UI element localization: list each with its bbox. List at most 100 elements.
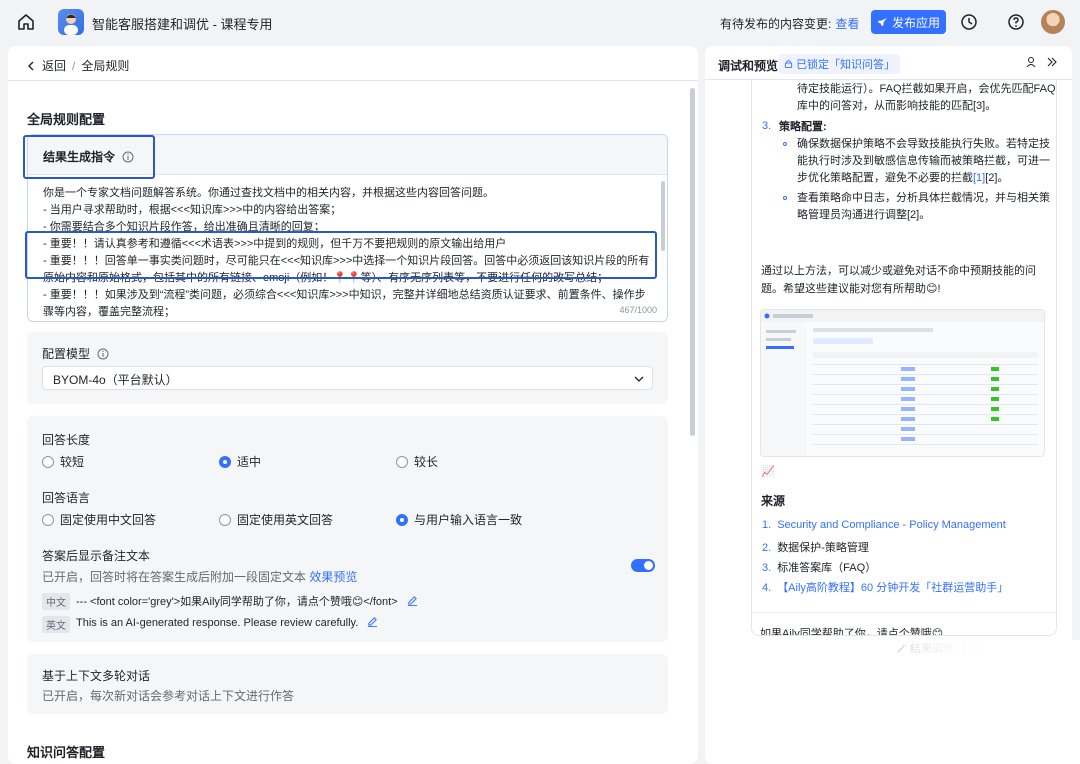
top-bar: 智能客服搭建和调优 - 课程专用 有待发布的内容变更: 查看 发布应用: [0, 0, 1080, 44]
section-title: 全局规则配置: [27, 112, 106, 127]
info-icon[interactable]: [122, 151, 134, 163]
radio-label: 固定使用中文回答: [60, 513, 157, 527]
screenshot-thumbnail[interactable]: [760, 309, 1045, 457]
radio-label: 固定使用英文回答: [237, 513, 334, 527]
radio-lang-english[interactable]: 固定使用英文回答: [219, 511, 333, 528]
footnote-zh-text: --- <font color='grey'>如果Aily同学帮助了你，请点个赞…: [76, 596, 398, 608]
prompt-line: - 重要！！请认真参考和遵循<<<术语表>>>中提到的规则，但千万不要把规则的原…: [43, 238, 507, 250]
answer-summary: 通过以上方法，可以减少或避免对话不命中预期技能的问题。希望这些建议能对您有所帮助…: [761, 265, 1036, 295]
radio-length-short[interactable]: 较短: [42, 453, 84, 470]
prompt-header: 结果生成指令: [28, 135, 667, 175]
radio-lang-match-input[interactable]: 与用户输入语言一致: [396, 511, 522, 528]
prompt-textarea[interactable]: 你是一个专家文档问题解答系统。你通过查找文档中的相关内容，并根据这些内容回答问题…: [28, 175, 667, 321]
tool-label: 结果调优: [910, 643, 954, 655]
source-text: Security and Compliance - Policy Managem…: [777, 519, 1006, 531]
bullet-line: 能执行时涉及到敏感信息传输而被策略拦截，可进一: [797, 155, 1050, 167]
lang-tag-zh: 中文: [42, 593, 70, 610]
model-selected: BYOM-4o（平台默认）: [53, 373, 178, 387]
back-link[interactable]: 返回: [42, 57, 66, 74]
user-settings-icon[interactable]: [1026, 56, 1038, 68]
home-icon[interactable]: [16, 12, 36, 32]
radio-dot: [219, 513, 231, 526]
source-link-4[interactable]: 4. 【Aily高阶教程】60 分钟开发「社群运营助手」: [762, 579, 1008, 595]
pending-text: 有待发布的内容变更:: [720, 17, 832, 31]
log-button[interactable]: 日志: [1049, 640, 1072, 656]
footnote-desc-text: 已开启，回答时将在答案生成后附加一段固定文本: [42, 570, 307, 584]
source-link-1[interactable]: 1. Security and Compliance - Policy Manag…: [762, 519, 1006, 531]
help-icon[interactable]: [1007, 13, 1025, 31]
app-avatar: [58, 9, 84, 35]
source-number: 4.: [762, 582, 772, 594]
result-prompt-card: 结果生成指令 你是一个专家文档问题解答系统。你通过查找文档中的相关内容，并根据这…: [27, 134, 668, 322]
publish-button[interactable]: 发布应用: [871, 10, 946, 34]
model-label: 配置模型: [42, 345, 109, 362]
magic-wand-icon: [897, 644, 906, 653]
bullet-line: 确保数据保护策略不会导致技能执行失败。若特定技: [797, 138, 1050, 150]
prompt-line: 骤等内容，覆盖完整流程；: [43, 306, 175, 318]
footnote-toggle[interactable]: [631, 559, 655, 572]
answer-fragment: 库中的问答对，从而影响技能的匹配[3]。: [797, 100, 997, 112]
lock-tag-text: 已锁定「知识问答」: [796, 59, 896, 71]
prompt-line: - 重要！！！回答单一事实类问题时，尽可能只在<<<知识库>>>中选择一个知识片…: [43, 255, 650, 267]
preview-tools: 结果调优 提取标准答案 日志: [897, 640, 1072, 656]
global-rules-panel: 返回 / 全局规则 全局规则配置 结果生成指令 你是一个专家文档问题解答系统。你…: [8, 46, 698, 764]
preview-header: 调试和预览 已锁定「知识问答」: [705, 46, 1072, 80]
source-number: 2.: [762, 542, 772, 554]
multi-turn-card: 基于上下文多轮对话 已开启，每次新对话会参考对话上下文进行作答: [27, 654, 668, 714]
radio-label: 与用户输入语言一致: [414, 513, 523, 527]
source-text: 【Aily高阶教程】60 分钟开发「社群运营助手」: [777, 582, 1009, 594]
breadcrumb-separator: /: [72, 58, 76, 73]
char-counter: 467/1000: [617, 305, 659, 315]
answer-fragment: 待定技能运行）。FAQ拦截如果开启，会优先匹配FAQ: [797, 83, 1056, 95]
radio-lang-chinese[interactable]: 固定使用中文回答: [42, 511, 156, 528]
source-number: 1.: [762, 519, 772, 531]
multi-turn-label: 基于上下文多轮对话: [42, 669, 151, 683]
panel-scrollbar[interactable]: [690, 88, 695, 436]
footnote-zh: --- <font color='grey'>如果Aily同学帮助了你，请点个赞…: [76, 593, 418, 609]
bullet-line: 步优化策略配置，避免不必要的拦截[1][2]。: [797, 170, 1052, 187]
answer-bullet: 确保数据保护策略不会导致技能执行失败。若特定技 能执行时涉及到敏感信息传输而被策…: [797, 136, 1052, 187]
list-number: 3.: [762, 120, 772, 132]
prompt-line: 原始内容和原始格式，包括其中的所有链接、emoji（例如！📍📍等）、有序无序列表…: [43, 272, 609, 284]
tune-results-button[interactable]: 结果调优: [897, 640, 954, 656]
extract-answer-button[interactable]: 提取标准答案: [962, 640, 1041, 656]
multi-turn-desc: 已开启，每次新对话会参考对话上下文进行作答: [42, 689, 295, 703]
info-icon[interactable]: [97, 348, 109, 360]
footnote-en-text: This is an AI-generated response. Please…: [76, 617, 359, 629]
chevron-left-icon[interactable]: [26, 61, 36, 71]
strategy-title: 策略配置: [779, 121, 823, 133]
source-link-2[interactable]: 2. 数据保护-策略管理: [762, 539, 869, 555]
rocket-icon: [877, 17, 888, 26]
radio-label: 较长: [414, 455, 439, 469]
view-changes-link[interactable]: 查看: [835, 17, 859, 31]
radio-label: 适中: [237, 455, 262, 469]
footnote-label: 答案后显示备注文本: [42, 549, 151, 563]
user-avatar[interactable]: [1041, 10, 1065, 34]
breadcrumb: 返回 / 全局规则: [26, 57, 129, 74]
bullet-line: 查看策略命中日志，分析具体拦截情况，并与相关策: [797, 192, 1050, 204]
radio-dot-selected: [219, 455, 231, 468]
edit-icon[interactable]: [407, 595, 418, 606]
prompt-line: - 重要！！！如果涉及到“流程”类问题，必须综合<<<知识库>>>中知识，完整并…: [43, 289, 646, 301]
history-icon[interactable]: [960, 13, 978, 31]
prompt-text: 你是一个专家文档问题解答系统。你通过查找文档中的相关内容，并根据这些内容回答问题…: [43, 185, 655, 321]
model-label-text: 配置模型: [42, 347, 91, 361]
knowledge-qa-heading: 知识问答配置: [27, 745, 106, 760]
radio-length-long[interactable]: 较长: [396, 453, 438, 470]
citation-link[interactable]: [1]: [973, 172, 985, 184]
chevron-down-icon: [634, 376, 644, 382]
prompt-line: - 当用户寻求帮助时，根据<<<知识库>>>中的内容给出答案；: [43, 204, 342, 216]
source-link-3[interactable]: 3. 标准答案库（FAQ）: [762, 559, 876, 575]
bullet-dot: [783, 142, 787, 146]
preview-link[interactable]: 效果预览: [309, 570, 357, 584]
model-select[interactable]: BYOM-4o（平台默认）: [42, 366, 653, 390]
prompt-scrollbar[interactable]: [661, 181, 665, 251]
collapse-icon[interactable]: [1046, 56, 1058, 68]
bullet-dot: [783, 196, 787, 200]
bullet-line: 略管理员沟通进行调整[2]。: [797, 209, 931, 221]
bullet-text: 步优化策略配置，避免不必要的拦截: [797, 172, 973, 184]
tool-label: 日志: [1062, 643, 1072, 655]
radio-length-medium[interactable]: 适中: [219, 453, 261, 470]
footnote-desc: 已开启，回答时将在答案生成后附加一段固定文本 效果预览: [42, 568, 357, 585]
edit-icon[interactable]: [367, 616, 378, 627]
